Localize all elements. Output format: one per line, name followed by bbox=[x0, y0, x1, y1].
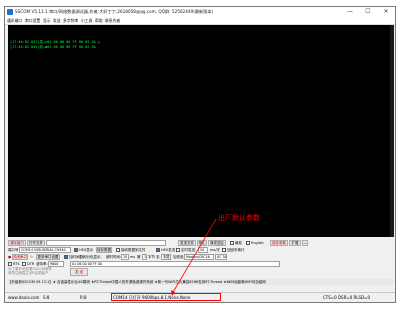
annotation-arrow bbox=[171, 218, 217, 296]
